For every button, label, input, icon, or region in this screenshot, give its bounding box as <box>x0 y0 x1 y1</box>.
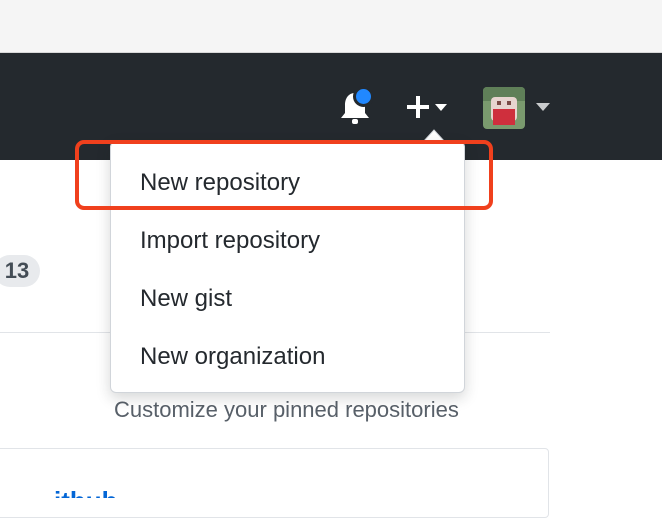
menu-item-new-repository[interactable]: New repository <box>111 158 464 208</box>
plus-icon <box>407 96 447 118</box>
menu-item-new-gist[interactable]: New gist <box>111 274 464 324</box>
repo-card-title-partial: ithub <box>54 470 174 498</box>
counter-badge: 13 <box>0 255 40 287</box>
menu-item-import-repository[interactable]: Import repository <box>111 216 464 266</box>
user-avatar[interactable] <box>483 87 525 129</box>
browser-chrome <box>0 0 662 53</box>
create-new-menu-toggle[interactable] <box>401 91 457 123</box>
dropdown-caret <box>423 129 445 142</box>
avatar-image <box>483 87 525 129</box>
chevron-down-icon[interactable] <box>536 103 550 111</box>
create-new-dropdown: New repository Import repository New gis… <box>110 141 465 393</box>
customize-pinned-link[interactable]: Customize your pinned repositories <box>114 397 459 423</box>
menu-item-new-organization[interactable]: New organization <box>111 332 464 382</box>
repo-card-title-fragment: ithub <box>54 486 118 498</box>
notification-indicator-dot <box>353 86 374 107</box>
